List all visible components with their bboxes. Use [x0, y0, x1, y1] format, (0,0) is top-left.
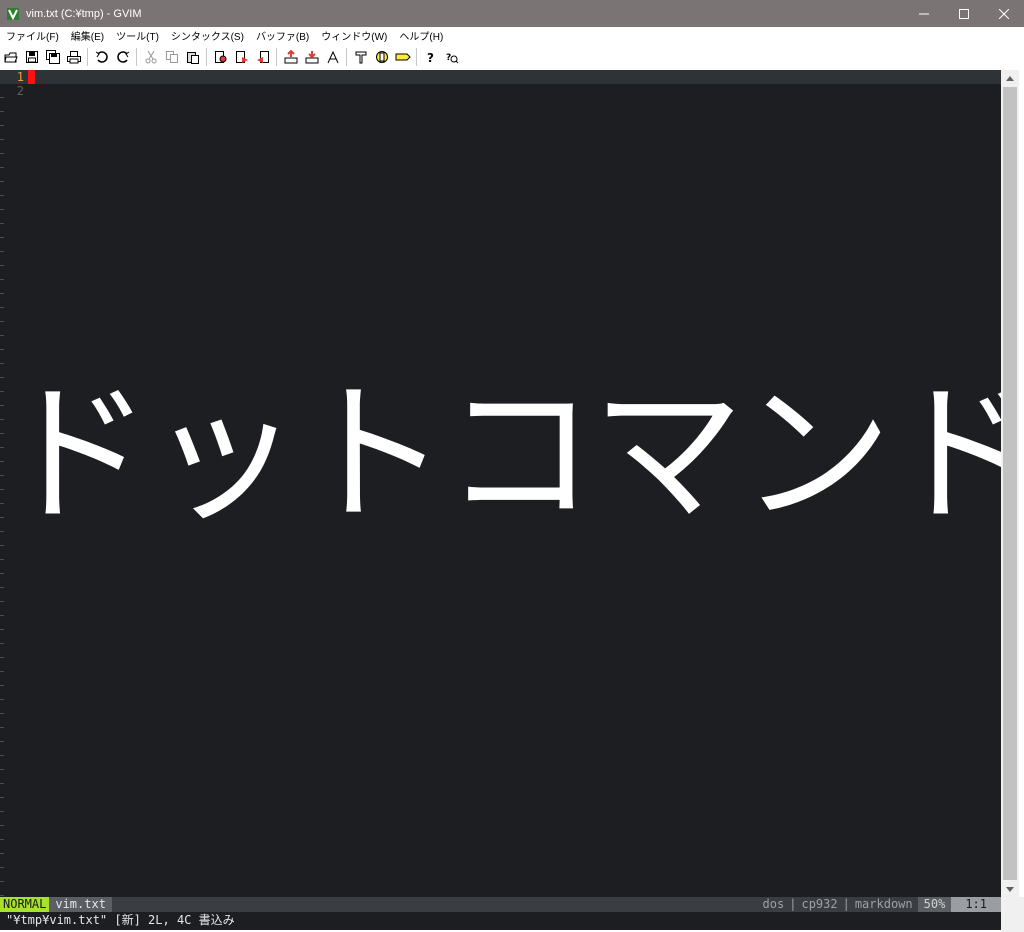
vertical-scrollbar[interactable] — [1001, 70, 1019, 897]
scroll-down-button[interactable] — [1001, 881, 1019, 897]
toolbar-separator — [346, 47, 347, 66]
menu-bar: ファイル(F) 編集(E) ツール(T) シンタックス(S) バッファ(B) ウ… — [0, 27, 1024, 44]
redo-button[interactable] — [112, 47, 133, 67]
undo-button[interactable] — [91, 47, 112, 67]
chevron-down-icon — [1006, 886, 1014, 892]
command-line[interactable]: "¥tmp¥vim.txt" [新] 2L, 4C 書込み — [0, 912, 1001, 930]
close-icon — [999, 8, 1009, 19]
scroll-up-button[interactable] — [1001, 70, 1019, 86]
menu-file[interactable]: ファイル(F) — [0, 28, 65, 43]
maximize-icon — [959, 8, 969, 19]
load-session-button[interactable] — [280, 47, 301, 67]
close-button[interactable] — [984, 0, 1024, 27]
copy-button[interactable] — [161, 47, 182, 67]
help-icon: ? — [427, 51, 434, 64]
find-next-icon — [235, 50, 248, 63]
save-session-button[interactable] — [301, 47, 322, 67]
status-fileformat: dos — [762, 897, 785, 911]
status-line: NORMAL vim.txt dos | cp932 | markdown 50… — [0, 897, 1001, 912]
run-script-button[interactable] — [322, 47, 343, 67]
text-cursor — [28, 70, 35, 84]
line-number: 2 — [16, 84, 24, 98]
find-prev-icon — [256, 50, 269, 63]
menu-buffers[interactable]: バッファ(B) — [250, 28, 315, 43]
jump-tag-icon — [395, 53, 411, 60]
undo-icon — [95, 50, 108, 63]
find-next-button[interactable] — [231, 47, 252, 67]
save-button[interactable] — [21, 47, 42, 67]
save-session-icon — [305, 50, 318, 63]
svg-text:?: ? — [427, 51, 434, 64]
window-title: vim.txt (C:¥tmp) - GVIM — [26, 7, 142, 20]
save-all-icon — [45, 49, 60, 64]
menu-syntax[interactable]: シンタックス(S) — [165, 28, 250, 43]
run-ctags-button[interactable] — [371, 47, 392, 67]
redo-icon — [116, 50, 129, 63]
toolbar-separator — [276, 47, 277, 66]
run-ctags-icon — [375, 50, 388, 63]
gvim-icon — [7, 7, 19, 20]
make-icon — [355, 51, 366, 63]
status-filetype: markdown — [854, 897, 913, 911]
toolbar-separator — [87, 47, 88, 66]
make-button[interactable] — [350, 47, 371, 67]
help-button[interactable]: ? — [420, 47, 441, 67]
toolbar: ? ? — [0, 44, 1024, 69]
title-bar: vim.txt (C:¥tmp) - GVIM — [0, 0, 1024, 27]
print-icon — [66, 50, 81, 63]
window-border — [1019, 70, 1024, 897]
window-corner — [1001, 897, 1024, 932]
find-help-button[interactable]: ? — [441, 47, 462, 67]
find-replace-icon — [214, 50, 226, 63]
editor-line[interactable]: 1 — [0, 70, 1001, 84]
copy-icon — [165, 50, 178, 63]
status-position: 1:1 — [951, 897, 1001, 912]
line-number: 1 — [16, 70, 24, 84]
status-separator: | — [789, 897, 797, 911]
paste-icon — [186, 51, 199, 64]
menu-window[interactable]: ウィンドウ(W) — [315, 28, 393, 43]
mode-indicator: NORMAL — [0, 897, 50, 912]
save-all-button[interactable] — [42, 47, 63, 67]
status-separator: | — [842, 897, 850, 911]
overlay-caption: ドットコマンド — [0, 366, 1001, 543]
toolbar-separator — [206, 47, 207, 66]
find-replace-button[interactable] — [210, 47, 231, 67]
cut-button[interactable] — [140, 47, 161, 67]
load-session-icon — [284, 49, 297, 63]
svg-text:?: ? — [446, 53, 451, 63]
save-icon — [25, 50, 38, 63]
menu-edit[interactable]: 編集(E) — [65, 28, 110, 43]
minimize-button[interactable] — [904, 0, 944, 27]
run-script-icon — [327, 50, 338, 63]
paste-button[interactable] — [182, 47, 203, 67]
cut-icon — [145, 50, 156, 63]
editor-line[interactable]: 2 — [0, 84, 1001, 98]
editor-area[interactable]: 1 2 ドットコマンド — [0, 70, 1001, 897]
print-button[interactable] — [63, 47, 84, 67]
status-encoding: cp932 — [801, 897, 838, 911]
menu-tools[interactable]: ツール(T) — [110, 28, 165, 43]
status-percent: 50% — [917, 897, 952, 912]
chevron-up-icon — [1006, 75, 1014, 81]
status-filename: vim.txt — [49, 897, 112, 912]
scrollbar-thumb[interactable] — [1003, 87, 1017, 880]
menu-help[interactable]: ヘルプ(H) — [393, 28, 449, 43]
minimize-icon — [919, 13, 929, 14]
open-button[interactable] — [0, 47, 21, 67]
open-icon — [3, 52, 18, 62]
find-prev-button[interactable] — [252, 47, 273, 67]
maximize-button[interactable] — [944, 0, 984, 27]
toolbar-separator — [136, 47, 137, 66]
find-help-icon: ? — [446, 53, 458, 63]
jump-tag-button[interactable] — [392, 47, 413, 67]
toolbar-separator — [416, 47, 417, 66]
